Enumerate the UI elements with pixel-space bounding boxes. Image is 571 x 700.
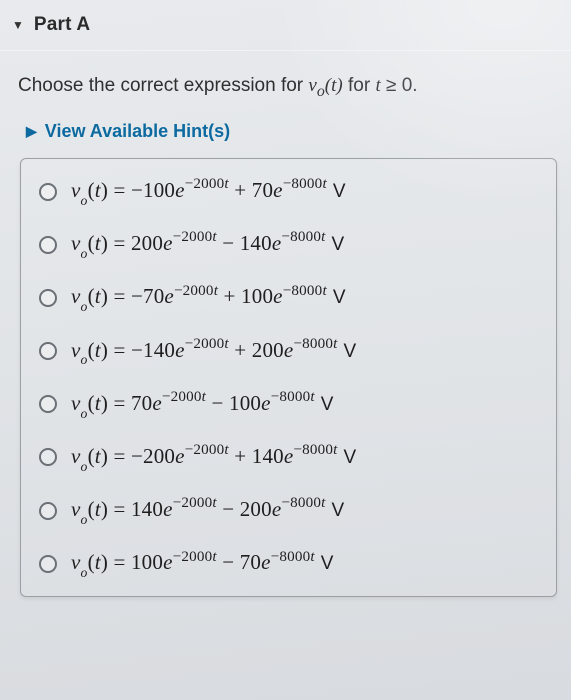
option-1[interactable]: vo(t) = −100e−2000t + 70e−8000tV — [21, 165, 556, 218]
option-6[interactable]: vo(t) = −200e−2000t + 140e−8000tV — [21, 431, 556, 484]
option-expression: vo(t) = −70e−2000t + 100e−8000tV — [71, 283, 346, 312]
option-7[interactable]: vo(t) = 140e−2000t − 200e−8000tV — [21, 484, 556, 537]
option-expression: vo(t) = −100e−2000t + 70e−8000tV — [71, 177, 346, 206]
radio-icon — [39, 395, 57, 413]
radio-icon — [39, 289, 57, 307]
radio-icon — [39, 183, 57, 201]
option-expression: vo(t) = 200e−2000t − 140e−8000tV — [71, 230, 344, 259]
option-expression: vo(t) = 100e−2000t − 70e−8000tV — [71, 549, 334, 578]
chevron-right-icon: ▶ — [26, 124, 37, 138]
part-title: Part A — [34, 14, 90, 36]
collapse-triangle-icon: ▼ — [12, 19, 24, 31]
view-hints-toggle[interactable]: ▶ View Available Hint(s) — [0, 117, 571, 158]
radio-icon — [39, 448, 57, 466]
option-2[interactable]: vo(t) = 200e−2000t − 140e−8000tV — [21, 218, 556, 271]
option-5[interactable]: vo(t) = 70e−2000t − 100e−8000tV — [21, 378, 556, 431]
view-hints-label: View Available Hint(s) — [45, 121, 230, 142]
option-expression: vo(t) = 70e−2000t − 100e−8000tV — [71, 390, 334, 419]
option-4[interactable]: vo(t) = −140e−2000t + 200e−8000tV — [21, 325, 556, 378]
radio-icon — [39, 502, 57, 520]
option-3[interactable]: vo(t) = −70e−2000t + 100e−8000tV — [21, 271, 556, 324]
option-expression: vo(t) = 140e−2000t − 200e−8000tV — [71, 496, 344, 525]
option-expression: vo(t) = −140e−2000t + 200e−8000tV — [71, 337, 356, 366]
radio-icon — [39, 342, 57, 360]
radio-icon — [39, 555, 57, 573]
part-header[interactable]: ▼ Part A — [0, 0, 571, 48]
option-expression: vo(t) = −200e−2000t + 140e−8000tV — [71, 443, 356, 472]
option-8[interactable]: vo(t) = 100e−2000t − 70e−8000tV — [21, 537, 556, 590]
radio-icon — [39, 236, 57, 254]
options-group: vo(t) = −100e−2000t + 70e−8000tV vo(t) =… — [20, 158, 557, 598]
question-prompt: Choose the correct expression for vo(t) … — [0, 51, 571, 117]
